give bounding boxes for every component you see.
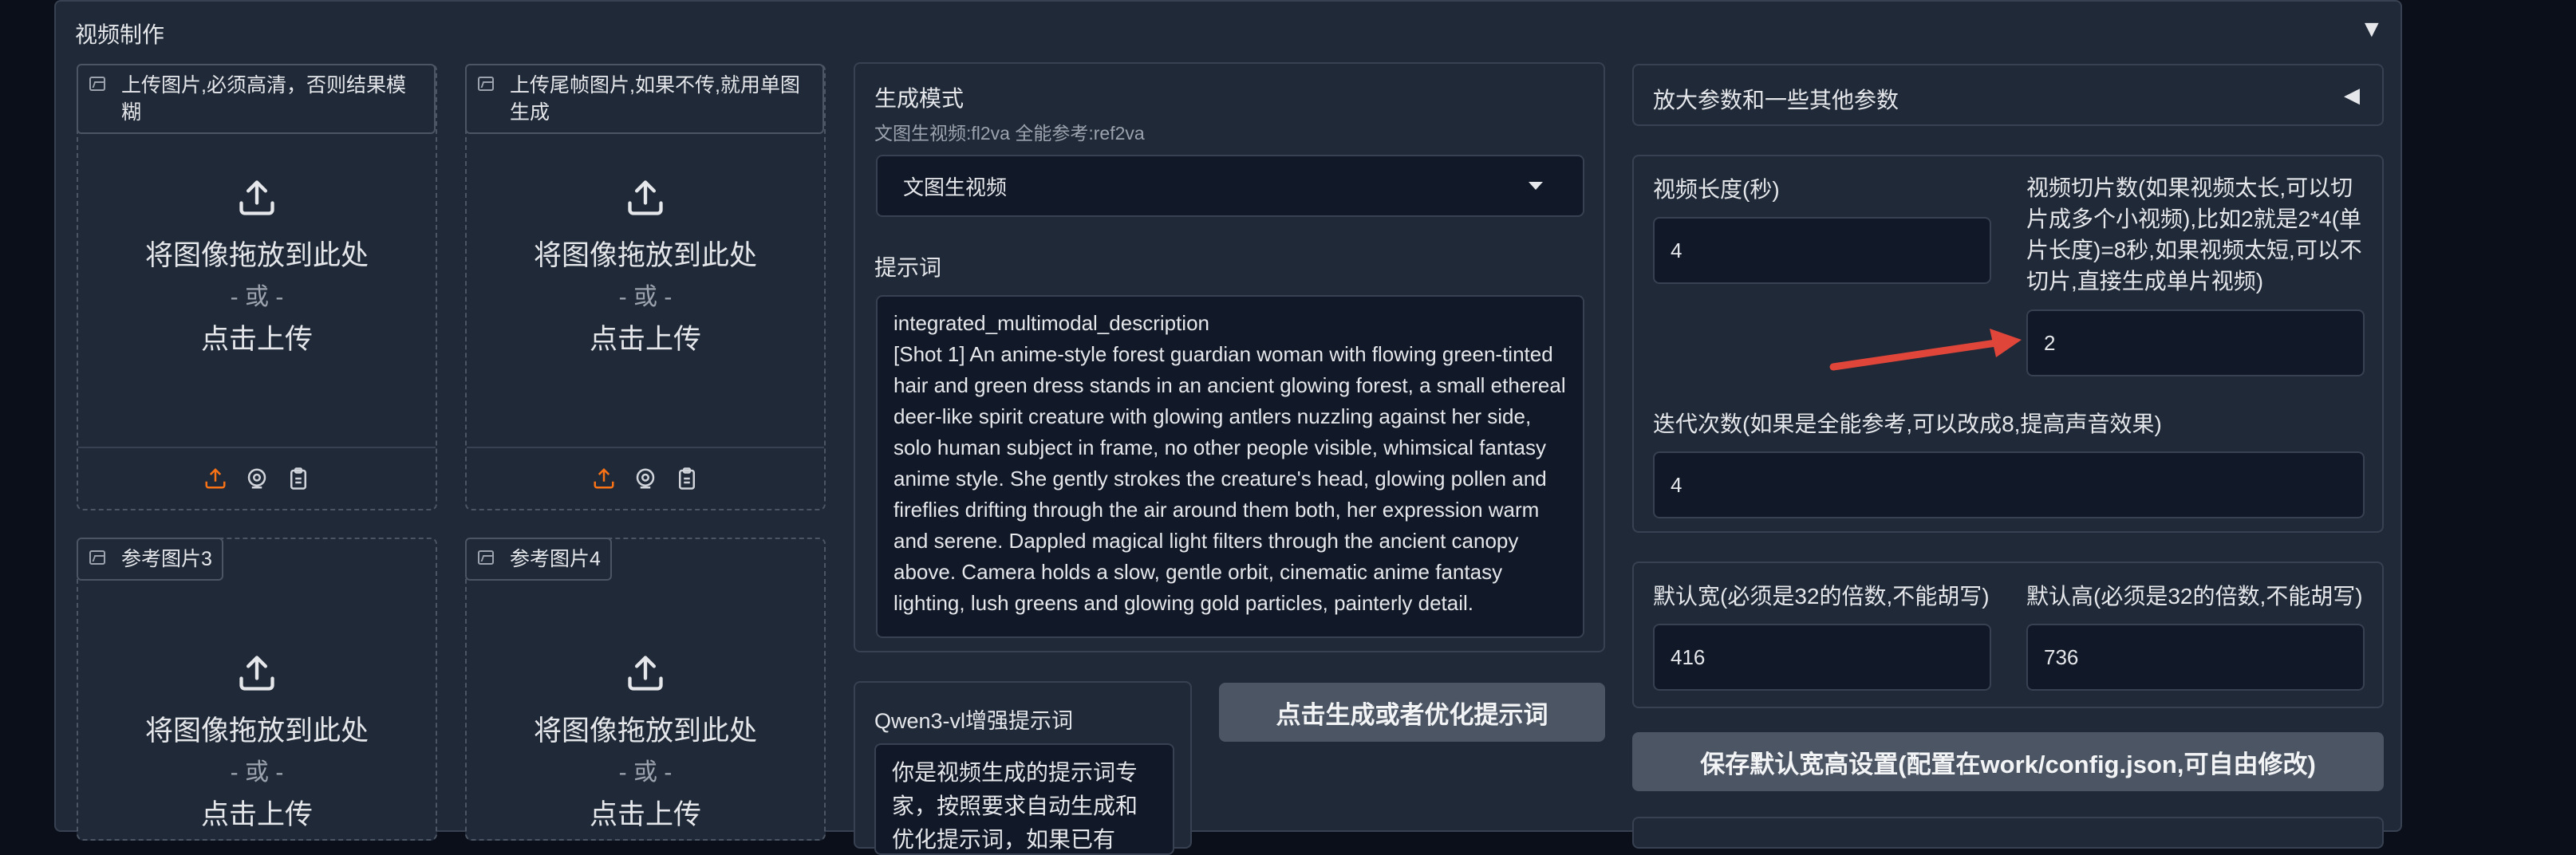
- generate-prompt-button[interactable]: 点击生成或者优化提示词: [1219, 683, 1605, 742]
- dimension-block: 默认宽(必须是32的倍数,不能胡写) 416 默认高(必须是32的倍数,不能胡写…: [1632, 561, 2384, 708]
- iterations-label: 迭代次数(如果是全能参考,可以改成8,提高声音效果): [1653, 412, 2162, 436]
- next-block-edge: [1632, 817, 2384, 849]
- clipboard-icon[interactable]: [675, 467, 699, 491]
- qwen-block: Qwen3-vl增强提示词 你是视频生成的提示词专家，按照要求自动生成和优化提示…: [854, 681, 1192, 855]
- upload-label-3: 参考图片3: [77, 538, 223, 581]
- accordion-title[interactable]: 视频制作: [75, 18, 164, 49]
- drop-text: 将图像拖放到此处: [533, 240, 757, 271]
- qwen-label: Qwen3-vl增强提示词: [874, 709, 1074, 733]
- slices-label: 视频切片数(如果视频太长,可以切片成多个小视频),比如2就是2*4(单片长度)=…: [2026, 175, 2362, 294]
- upload-label-2: 上传尾帧图片,如果不传,就用单图生成: [465, 64, 824, 134]
- upload-image-3[interactable]: 参考图片3 将图像拖放到此处 - 或 - 点击上传: [77, 538, 437, 841]
- upload-icon: [628, 180, 663, 215]
- expand-arrow-icon: ◀: [2344, 83, 2360, 107]
- upload-icon: [239, 180, 274, 215]
- image-icon: [478, 550, 494, 565]
- webcam-icon[interactable]: [245, 467, 269, 491]
- drop-text: 将图像拖放到此处: [144, 715, 369, 747]
- or-text: - 或 -: [230, 284, 284, 310]
- prompt-textarea[interactable]: integrated_multimodal_description [Shot …: [876, 295, 1584, 638]
- upload-icon: [239, 656, 274, 691]
- or-text: - 或 -: [230, 759, 284, 786]
- drop-text: 将图像拖放到此处: [533, 715, 757, 747]
- annotation-arrow: [1829, 329, 2022, 371]
- upload-icon[interactable]: [203, 467, 227, 491]
- default-height-label: 默认高(必须是32的倍数,不能胡写): [2026, 584, 2363, 609]
- click-upload-text[interactable]: 点击上传: [467, 792, 824, 833]
- upload-label-text: 上传图片,必须高清，否则结果模糊: [121, 74, 406, 124]
- drop-text: 将图像拖放到此处: [144, 240, 369, 271]
- save-dimensions-button[interactable]: 保存默认宽高设置(配置在work/config.json,可自由修改): [1632, 732, 2384, 791]
- video-length-input[interactable]: 4: [1653, 217, 1991, 284]
- params-accordion[interactable]: 放大参数和一些其他参数 ◀: [1632, 64, 2384, 126]
- webcam-icon[interactable]: [633, 467, 657, 491]
- upload-icon: [628, 656, 663, 691]
- drop-zone[interactable]: 将图像拖放到此处 - 或 - 点击上传: [78, 177, 436, 357]
- video-length-label: 视频长度(秒): [1653, 177, 1780, 202]
- click-upload-text[interactable]: 点击上传: [78, 317, 436, 357]
- generation-block: 生成模式 文图生视频:fl2va 全能参考:ref2va 文图生视频 提示词 i…: [854, 62, 1605, 652]
- mode-hint: 文图生视频:fl2va 全能参考:ref2va: [874, 123, 1145, 144]
- qwen-textarea[interactable]: 你是视频生成的提示词专家，按照要求自动生成和优化提示词，如果已有: [874, 743, 1174, 855]
- upload-label-text: 参考图片4: [510, 548, 601, 570]
- collapse-arrow-icon[interactable]: ▼: [2360, 16, 2384, 43]
- mode-select[interactable]: 文图生视频: [876, 155, 1584, 217]
- mode-select-value: 文图生视频: [903, 175, 1008, 199]
- default-height-input[interactable]: 736: [2026, 624, 2365, 691]
- or-text: - 或 -: [618, 759, 673, 786]
- upload-label-1: 上传图片,必须高清，否则结果模糊: [77, 64, 436, 134]
- iterations-input[interactable]: 4: [1653, 451, 2365, 518]
- slices-input[interactable]: 2: [2026, 309, 2365, 376]
- upload-image-2[interactable]: 上传尾帧图片,如果不传,就用单图生成 将图像拖放到此处 - 或 - 点击上传: [465, 64, 826, 510]
- prompt-label: 提示词: [874, 255, 942, 280]
- image-icon: [89, 77, 105, 91]
- dropdown-caret-icon: [1529, 182, 1543, 190]
- upload-label-text: 参考图片3: [121, 548, 212, 570]
- click-upload-text[interactable]: 点击上传: [78, 792, 436, 833]
- upload-label-4: 参考图片4: [465, 538, 612, 581]
- image-icon: [478, 77, 494, 91]
- click-upload-text[interactable]: 点击上传: [467, 317, 824, 357]
- upload-image-4[interactable]: 参考图片4 将图像拖放到此处 - 或 - 点击上传: [465, 538, 826, 841]
- upload-label-text: 上传尾帧图片,如果不传,就用单图生成: [510, 74, 800, 124]
- default-width-label: 默认宽(必须是32的倍数,不能胡写): [1653, 584, 1990, 609]
- upload-toolbar: [78, 447, 436, 509]
- image-icon: [89, 550, 105, 565]
- drop-zone[interactable]: 将图像拖放到此处 - 或 - 点击上传: [78, 652, 436, 833]
- upload-icon[interactable]: [592, 467, 616, 491]
- drop-zone[interactable]: 将图像拖放到此处 - 或 - 点击上传: [467, 652, 824, 833]
- upload-toolbar: [467, 447, 824, 509]
- drop-zone[interactable]: 将图像拖放到此处 - 或 - 点击上传: [467, 177, 824, 357]
- default-width-input[interactable]: 416: [1653, 624, 1991, 691]
- params-accordion-title: 放大参数和一些其他参数: [1653, 88, 1899, 112]
- mode-label: 生成模式: [874, 86, 965, 111]
- clipboard-icon[interactable]: [286, 467, 310, 491]
- or-text: - 或 -: [618, 284, 673, 310]
- upload-image-1[interactable]: 上传图片,必须高清，否则结果模糊 将图像拖放到此处 - 或 - 点击上传: [77, 64, 437, 510]
